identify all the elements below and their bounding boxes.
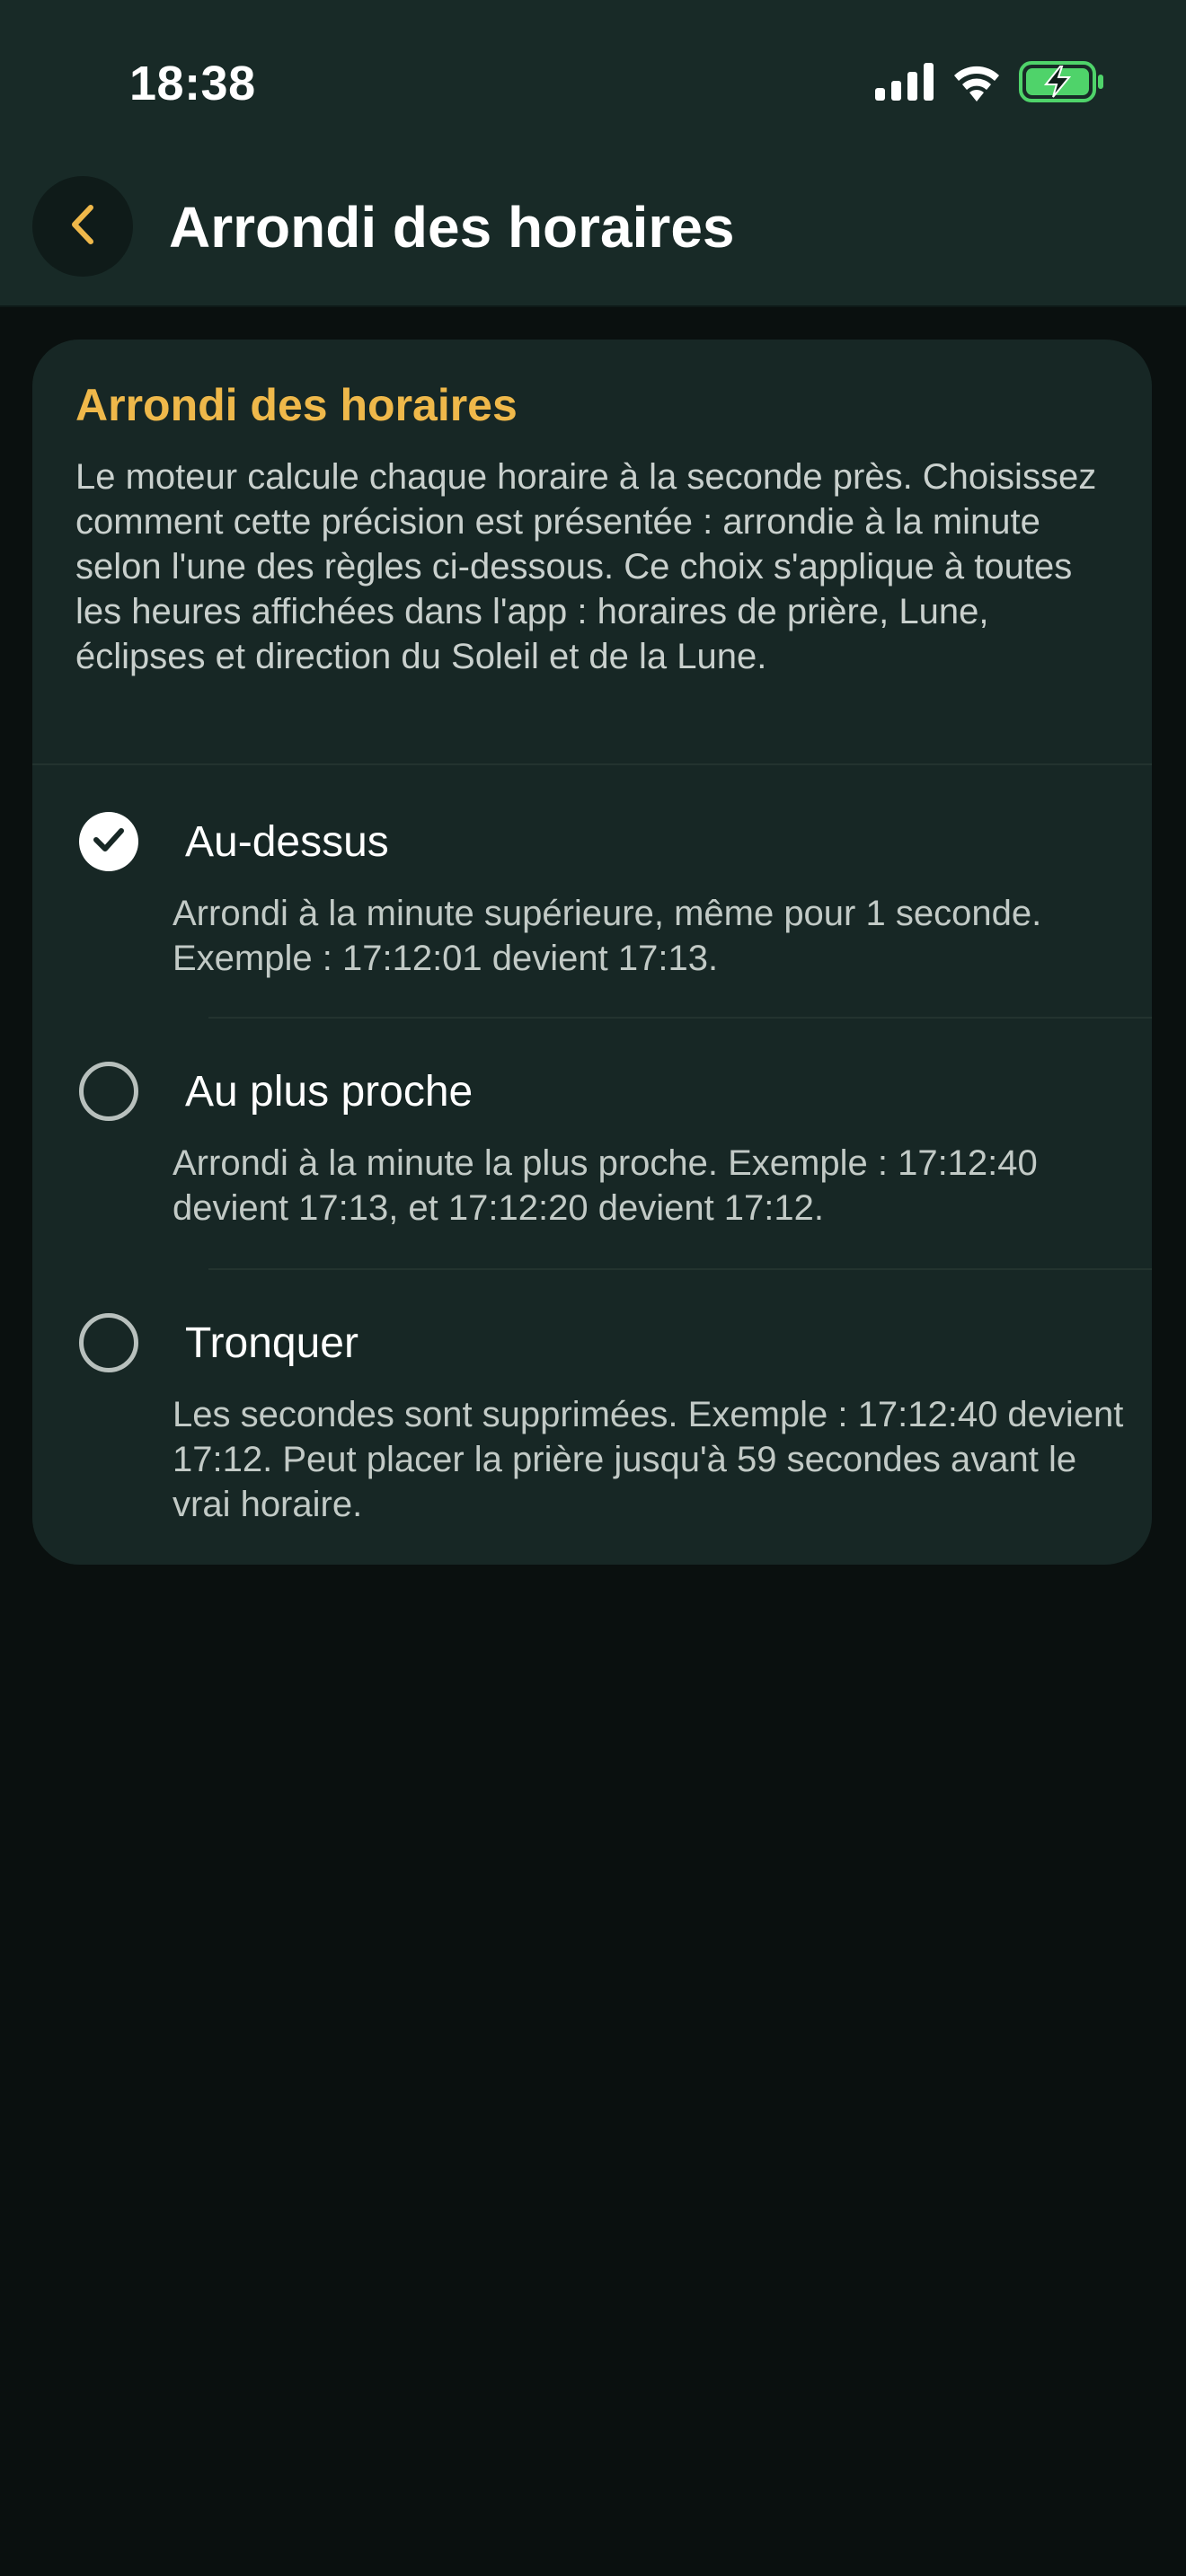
- option-description: Arrondi à la minute supérieure, même pou…: [173, 894, 1042, 978]
- wifi-icon: [951, 62, 1003, 106]
- option-label: Tronquer: [185, 1319, 358, 1367]
- rounding-settings-card: Arrondi des horaires Le moteur calcule c…: [32, 340, 1152, 1565]
- radio-unselected[interactable]: [79, 1062, 138, 1121]
- cellular-signal-icon: [875, 63, 934, 105]
- page-title: Arrondi des horaires: [169, 195, 735, 260]
- radio-selected[interactable]: [79, 812, 138, 871]
- option-description: Les secondes sont supprimées. Exemple : …: [173, 1395, 1124, 1524]
- back-button[interactable]: [32, 176, 133, 277]
- status-icons: [875, 61, 1105, 107]
- option-label: Au-dessus: [185, 818, 389, 866]
- option-tronquer[interactable]: Tronquer Les secondes sont supprimées. E…: [32, 1270, 1152, 1565]
- chevron-left-icon: [67, 202, 98, 251]
- status-time: 18:38: [129, 57, 256, 110]
- option-au-dessus[interactable]: Au-dessus Arrondi à la minute supérieure…: [32, 765, 1152, 1017]
- nav-header: 18:38 Arrondi des horaires: [0, 0, 1186, 307]
- checkmark-icon: [91, 825, 127, 860]
- card-description: Le moteur calcule chaque horaire à la se…: [75, 457, 1097, 676]
- option-au-plus-proche[interactable]: Au plus proche Arrondi à la minute la pl…: [32, 1019, 1152, 1270]
- card-title: Arrondi des horaires: [75, 380, 518, 430]
- option-label: Au plus proche: [185, 1068, 474, 1116]
- battery-charging-icon: [1019, 61, 1105, 107]
- radio-unselected[interactable]: [79, 1313, 138, 1372]
- option-description: Arrondi à la minute la plus proche. Exem…: [173, 1143, 1038, 1228]
